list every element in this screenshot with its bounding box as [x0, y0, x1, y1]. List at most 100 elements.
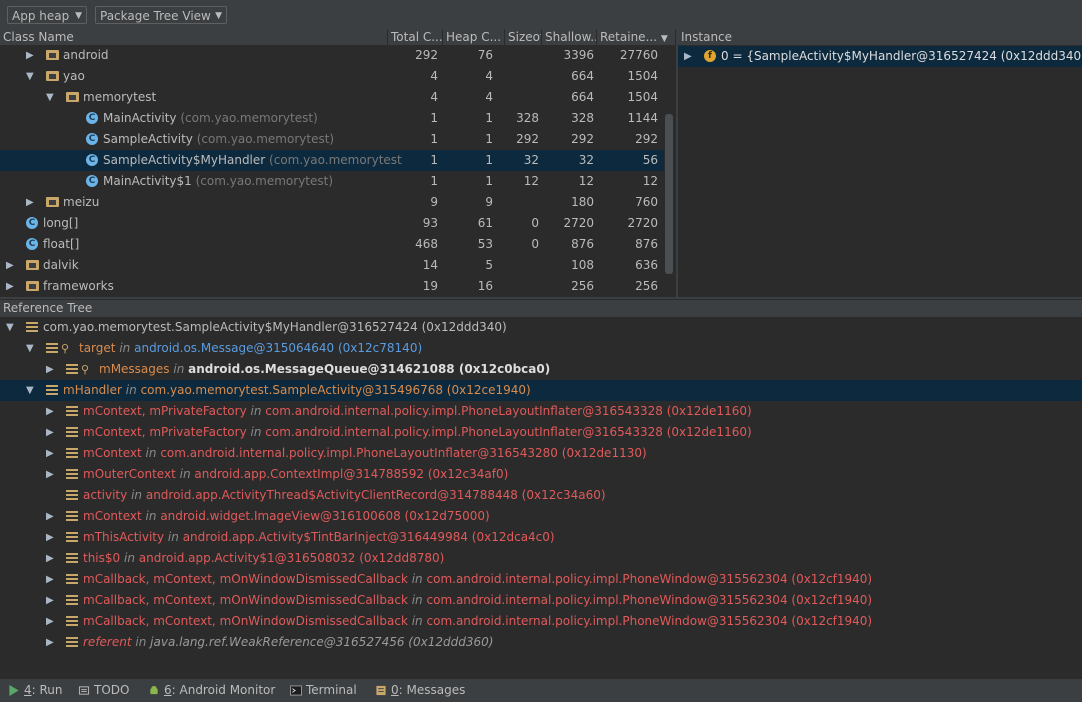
tree-node[interactable]: activity in android.app.ActivityThread$A…	[0, 485, 1082, 506]
col-header-class-name[interactable]: Class Name	[0, 29, 388, 46]
shallow-size: 256	[571, 279, 594, 293]
table-row[interactable]: C SampleActivity (com.yao.memorytest) 1 …	[0, 129, 676, 150]
collapse-arrow-icon[interactable]: ▼	[26, 66, 34, 87]
tree-node[interactable]: ▶ mCallback, mContext, mOnWindowDismisse…	[0, 611, 1082, 632]
heap-count: 16	[477, 279, 493, 293]
expand-arrow-icon[interactable]: ▶	[46, 359, 54, 380]
tree-node[interactable]: ▶ this$0 in android.app.Activity$1@31650…	[0, 548, 1082, 569]
class-table-scrollbar[interactable]	[665, 114, 673, 274]
heap-count: 9	[485, 195, 493, 209]
shallow-size: 328	[571, 111, 594, 125]
expand-arrow-icon[interactable]: ▶	[46, 443, 54, 464]
in-label: in	[173, 362, 185, 376]
tree-node[interactable]: ▶ ⚲ mMessages in android.os.MessageQueue…	[0, 359, 1082, 380]
col-header-total-count[interactable]: Total C...	[388, 29, 443, 46]
table-row[interactable]: ▶ android 292 76 3396 27760	[0, 45, 676, 66]
col-header-shallow-size[interactable]: Shallow...	[542, 29, 597, 46]
total-count: 19	[422, 279, 438, 293]
object-icon	[46, 385, 58, 396]
field-name: referent	[83, 635, 132, 649]
expand-arrow-icon[interactable]: ▶	[26, 192, 34, 213]
run-tool-button[interactable]: 4: Run	[8, 679, 63, 702]
android-monitor-tool-button[interactable]: 6: Android Monitor	[148, 679, 275, 702]
tree-node[interactable]: ▶ mOuterContext in android.app.ContextIm…	[0, 464, 1082, 485]
col-header-retained-size[interactable]: Retaine... ▼	[597, 29, 676, 46]
reference-tree-title: Reference Tree	[0, 299, 1082, 316]
tree-node-selected[interactable]: ▼ mHandler in com.yao.memorytest.SampleA…	[0, 380, 1082, 401]
field-name: mContext	[83, 509, 142, 523]
class-name: long[]	[43, 216, 79, 230]
heap-count: 1	[485, 174, 493, 188]
view-select[interactable]: Package Tree View ▼	[95, 6, 227, 24]
expand-arrow-icon[interactable]: ▶	[46, 590, 54, 611]
target-object: android.app.ContextImpl@314788592 (0x12c…	[194, 467, 509, 481]
tool-window-bar: 4: Run TODO 6: Android Monitor Terminal …	[0, 678, 1082, 702]
field-name: activity	[83, 488, 128, 502]
reference-text: mThisActivity in android.app.Activity$Ti…	[83, 527, 555, 548]
tree-node[interactable]: ▶ mContext in android.widget.ImageView@3…	[0, 506, 1082, 527]
col-header-heap-count[interactable]: Heap C...	[443, 29, 505, 46]
table-row[interactable]: ▶ dalvik 14 5 108 636	[0, 255, 676, 276]
todo-tool-button[interactable]: TODO	[78, 679, 129, 702]
col-header-retained-label: Retaine...	[600, 30, 658, 44]
collapse-arrow-icon[interactable]: ▼	[26, 338, 34, 359]
class-icon: C	[26, 217, 38, 229]
tree-node[interactable]: ▶ referent in java.lang.ref.WeakReferenc…	[0, 632, 1082, 653]
instance-row[interactable]: ▶ f 0 = {SampleActivity$MyHandler@316527…	[678, 46, 1082, 67]
tree-node-root[interactable]: ▼ com.yao.memorytest.SampleActivity$MyHa…	[0, 317, 1082, 338]
tree-node[interactable]: ▼ ⚲ target in android.os.Message@3150646…	[0, 338, 1082, 359]
col-header-sizeof[interactable]: Sizeof	[505, 29, 542, 46]
reference-text: referent in java.lang.ref.WeakReference@…	[83, 632, 493, 653]
collapse-arrow-icon[interactable]: ▼	[26, 380, 34, 401]
object-icon	[66, 532, 78, 543]
table-row[interactable]: ▼ memorytest 4 4 664 1504	[0, 87, 676, 108]
heap-select[interactable]: App heap ▼	[7, 6, 87, 24]
instance-header: Instance	[678, 29, 1082, 46]
table-row[interactable]: C long[] 93 61 0 2720 2720	[0, 213, 676, 234]
collapse-arrow-icon[interactable]: ▼	[46, 87, 54, 108]
class-name: MainActivity$1	[103, 174, 192, 188]
table-row[interactable]: ▼ yao 4 4 664 1504	[0, 66, 676, 87]
class-name-cell: SampleActivity (com.yao.memorytest)	[103, 129, 334, 150]
table-row[interactable]: C float[] 468 53 0 876 876	[0, 234, 676, 255]
terminal-icon	[290, 685, 302, 696]
messages-tool-button[interactable]: 0: Messages	[375, 679, 465, 702]
expand-arrow-icon[interactable]: ▶	[46, 611, 54, 632]
expand-arrow-icon[interactable]: ▶	[26, 45, 34, 66]
tree-node[interactable]: ▶ mThisActivity in android.app.Activity$…	[0, 527, 1082, 548]
table-row[interactable]: ▶ frameworks 19 16 256 256	[0, 276, 676, 297]
reference-text: mMessages in android.os.MessageQueue@314…	[99, 359, 550, 380]
expand-arrow-icon[interactable]: ▶	[46, 569, 54, 590]
run-label: : Run	[31, 683, 63, 697]
tree-node[interactable]: ▶ mContext, mPrivateFactory in com.andro…	[0, 422, 1082, 443]
tree-node[interactable]: ▶ mContext, mPrivateFactory in com.andro…	[0, 401, 1082, 422]
total-count: 1	[430, 153, 438, 167]
heap-count: 1	[485, 153, 493, 167]
expand-arrow-icon[interactable]: ▶	[46, 527, 54, 548]
table-row-selected[interactable]: C SampleActivity$MyHandler (com.yao.memo…	[0, 150, 664, 171]
expand-arrow-icon[interactable]: ▶	[6, 276, 14, 297]
terminal-tool-button[interactable]: Terminal	[290, 679, 357, 702]
tree-node[interactable]: ▶ mContext in com.android.internal.polic…	[0, 443, 1082, 464]
class-icon: C	[86, 133, 98, 145]
expand-arrow-icon[interactable]: ▶	[46, 401, 54, 422]
expand-arrow-icon[interactable]: ▶	[46, 506, 54, 527]
monitor-shortcut: 6	[164, 683, 172, 697]
expand-arrow-icon[interactable]: ▶	[6, 255, 14, 276]
class-name: yao	[63, 69, 85, 83]
in-label: in	[179, 467, 191, 481]
expand-arrow-icon[interactable]: ▶	[46, 548, 54, 569]
table-row[interactable]: C MainActivity$1 (com.yao.memorytest) 1 …	[0, 171, 676, 192]
expand-arrow-icon[interactable]: ▶	[46, 464, 54, 485]
tree-node[interactable]: ▶ mCallback, mContext, mOnWindowDismisse…	[0, 569, 1082, 590]
tree-node[interactable]: ▶ mCallback, mContext, mOnWindowDismisse…	[0, 590, 1082, 611]
expand-arrow-icon[interactable]: ▶	[46, 422, 54, 443]
expand-arrow-icon[interactable]: ▶	[46, 632, 54, 653]
collapse-arrow-icon[interactable]: ▼	[6, 317, 14, 338]
table-row[interactable]: C MainActivity (com.yao.memorytest) 1 1 …	[0, 108, 676, 129]
table-row[interactable]: ▶ meizu 9 9 180 760	[0, 192, 676, 213]
expand-arrow-icon[interactable]: ▶	[684, 46, 692, 67]
sizeof: 0	[531, 216, 539, 230]
heap-count: 4	[485, 90, 493, 104]
root-object: com.yao.memorytest.SampleActivity$MyHand…	[43, 320, 507, 334]
